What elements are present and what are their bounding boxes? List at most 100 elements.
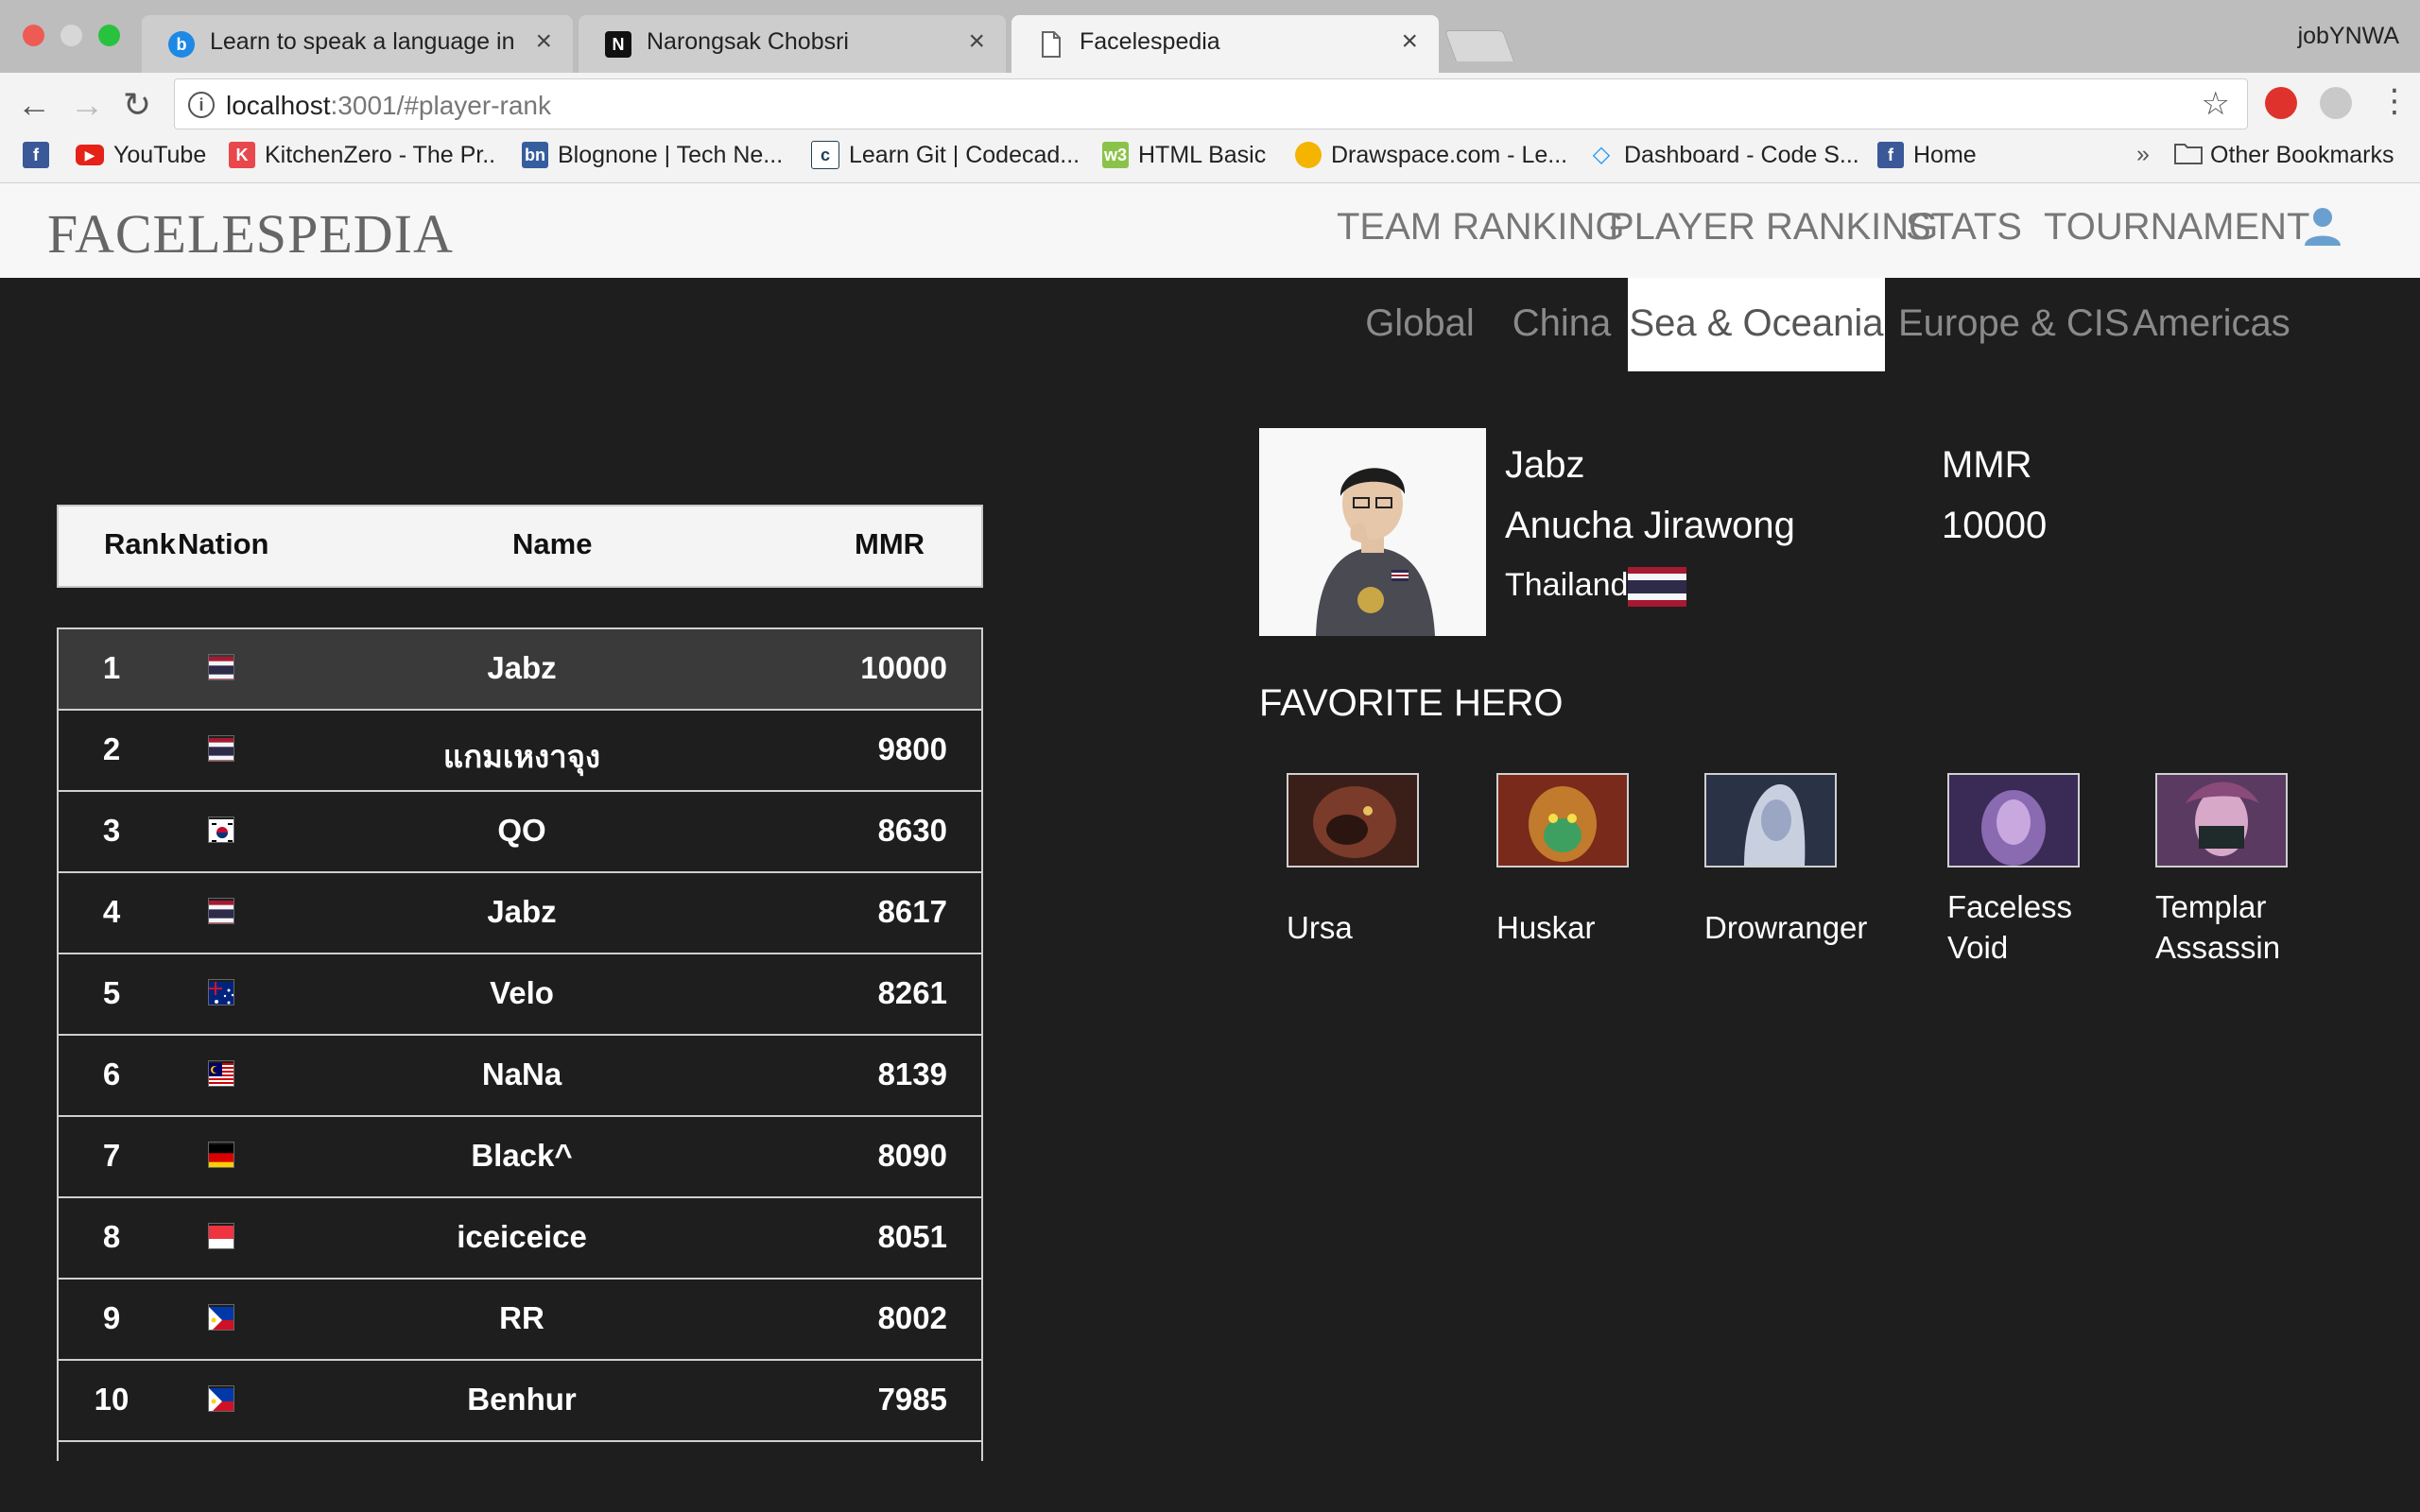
rank-table-header: Rank Nation Name MMR (57, 505, 983, 588)
hero-name-huskar[interactable]: Huskar (1496, 907, 1685, 948)
player-name-cell: RR (499, 1300, 544, 1335)
tab-label: Narongsak Chobsri (647, 28, 849, 55)
zoom-window-button[interactable] (98, 25, 120, 46)
bookmark-home[interactable]: f Home (1877, 141, 1977, 169)
table-row[interactable]: 8 iceiceice 8051 (59, 1196, 981, 1278)
region-tab-global[interactable]: Global (1356, 278, 1484, 371)
table-row[interactable]: 1 Jabz 10000 (59, 627, 981, 709)
hero-name-ursa[interactable]: Ursa (1287, 907, 1476, 948)
address-bar[interactable]: i localhost:3001/#player-rank ☆ (174, 78, 2248, 129)
browser-tab-3-active[interactable]: Facelespedia × (1011, 15, 1439, 73)
mmr-cell: 8002 (877, 1300, 947, 1335)
hero-portrait-huskar[interactable] (1496, 773, 1629, 868)
bookmark-youtube[interactable]: ▶ YouTube (76, 141, 206, 169)
thailand-flag-icon (208, 898, 234, 924)
rank-cell: 6 (102, 1057, 121, 1091)
column-header-name[interactable]: Name (512, 527, 592, 561)
table-row[interactable]: 5 Velo 8261 (59, 953, 981, 1034)
browser-tab-2[interactable]: N Narongsak Chobsri × (579, 15, 1006, 73)
shield-extension-icon[interactable] (2320, 87, 2352, 119)
bookmark-facebook[interactable]: f (23, 141, 59, 169)
new-tab-button[interactable] (1443, 30, 1515, 61)
hero-portrait-faceless-void[interactable] (1947, 773, 2080, 868)
column-header-rank[interactable]: Rank (104, 527, 176, 561)
bookmark-blognone[interactable]: bn Blognone | Tech Ne... (522, 141, 783, 169)
rank-table-body: 1 Jabz 10000 2 แกมเหงาจุง 9800 3 QO 8630… (57, 627, 983, 1461)
diamond-code-icon: ◇ (1592, 142, 1611, 168)
bookmark-html-basic[interactable]: w3 HTML Basic (1102, 141, 1266, 169)
minimize-window-button[interactable] (60, 25, 82, 46)
hero-name-templar-assassin[interactable]: Templar Assassin (2155, 886, 2344, 968)
rank-cell: 1 (102, 650, 121, 685)
profile-name[interactable]: jobYNWA (2298, 23, 2399, 50)
table-row[interactable]: 4 Jabz 8617 (59, 871, 981, 953)
nav-stats[interactable]: STATS (1906, 206, 2022, 249)
rank-cell: 3 (102, 813, 121, 848)
hero-name-faceless-void[interactable]: Faceless Void (1947, 886, 2136, 968)
table-row-partial[interactable] (59, 1440, 981, 1461)
germany-flag-icon (208, 1142, 234, 1168)
close-window-button[interactable] (23, 25, 44, 46)
site-logo[interactable]: FACELESPEDIA (47, 202, 454, 266)
bookmarks-bar: f ▶ YouTube K KitchenZero - The Pr.. bn Blo… (0, 135, 2420, 183)
column-header-nation[interactable]: Nation (178, 527, 268, 561)
browser-tab-1[interactable]: b Learn to speak a language in 10 × (142, 15, 573, 73)
player-name-cell: Jabz (487, 894, 557, 929)
mmr-cell: 8630 (877, 813, 947, 848)
region-tab-china[interactable]: China (1503, 278, 1620, 371)
thailand-flag-icon (208, 654, 234, 680)
region-tab-europe-cis[interactable]: Europe & CIS (1898, 278, 2130, 371)
reload-icon[interactable]: ↻ (123, 85, 151, 125)
nav-tournament[interactable]: TOURNAMENT (2044, 206, 2309, 249)
rank-cell: 7 (102, 1138, 121, 1173)
nav-team-ranking[interactable]: TEAM RANKING (1337, 206, 1624, 249)
site-header: FACELESPEDIA TEAM RANKING PLAYER RANKING… (0, 183, 2420, 278)
tab-label: Facelespedia (1080, 28, 1220, 55)
youtube-icon: ▶ (76, 145, 104, 166)
facebook-icon: f (23, 142, 49, 169)
hero-portrait-templar-assassin[interactable] (2155, 773, 2288, 868)
table-row[interactable]: 7 Black^ 8090 (59, 1115, 981, 1196)
player-country: Thailand (1505, 567, 1629, 603)
forward-arrow-icon[interactable]: → (70, 85, 104, 125)
mmr-cell: 9800 (877, 731, 947, 766)
bookmark-dashboard[interactable]: ◇ Dashboard - Code S... (1588, 141, 1859, 169)
bookmark-codecademy[interactable]: c Learn Git | Codecad... (811, 141, 1080, 170)
adblock-extension-icon[interactable] (2265, 87, 2297, 119)
browser-toolbar: ← → ↻ i localhost:3001/#player-rank ☆ ⋮ (0, 73, 2420, 135)
table-row[interactable]: 3 QO 8630 (59, 790, 981, 871)
user-icon[interactable] (2299, 204, 2346, 251)
column-header-mmr[interactable]: MMR (855, 527, 925, 561)
tab-close-icon[interactable]: × (535, 26, 552, 58)
tab-close-icon[interactable]: × (1401, 26, 1418, 58)
table-row[interactable]: 6 NaNa 8139 (59, 1034, 981, 1115)
table-row[interactable]: 2 แกมเหงาจุง 9800 (59, 709, 981, 790)
mmr-cell: 8090 (877, 1138, 947, 1173)
bookmark-star-icon[interactable]: ☆ (2202, 85, 2230, 123)
bookmark-kitchenzero[interactable]: K KitchenZero - The Pr.. (229, 141, 495, 169)
hero-name-drowranger[interactable]: Drowranger (1704, 907, 1893, 948)
browser-menu-icon[interactable]: ⋮ (2378, 82, 2411, 120)
back-arrow-icon[interactable]: ← (17, 85, 51, 125)
bookmark-other-folder[interactable]: Other Bookmarks (2174, 141, 2394, 169)
hero-portrait-ursa[interactable] (1287, 773, 1419, 868)
folder-icon (2174, 142, 2203, 168)
page-icon (1038, 31, 1064, 58)
player-name-cell: Benhur (467, 1382, 577, 1417)
nav-player-ranking[interactable]: PLAYER RANKING (1609, 206, 1938, 249)
tab-close-icon[interactable]: × (968, 26, 985, 58)
table-row[interactable]: 9 RR 8002 (59, 1278, 981, 1359)
busuu-icon: b (168, 31, 195, 58)
bookmark-drawspace[interactable]: Drawspace.com - Le... (1295, 141, 1567, 169)
hero-portrait-drowranger[interactable] (1704, 773, 1837, 868)
region-tab-sea-oceania[interactable]: Sea & Oceania (1628, 278, 1885, 371)
table-row[interactable]: 10 Benhur 7985 (59, 1359, 981, 1440)
url-text[interactable]: localhost:3001/#player-rank (226, 91, 551, 121)
player-name-cell: QO (497, 813, 546, 848)
player-name-cell: Velo (490, 975, 554, 1010)
mmr-cell: 8139 (877, 1057, 947, 1091)
region-tab-americas[interactable]: Americas (2133, 278, 2290, 371)
player-photo (1259, 428, 1486, 636)
bookmarks-overflow-chevron[interactable]: » (2136, 141, 2150, 168)
site-info-icon[interactable]: i (188, 92, 215, 118)
